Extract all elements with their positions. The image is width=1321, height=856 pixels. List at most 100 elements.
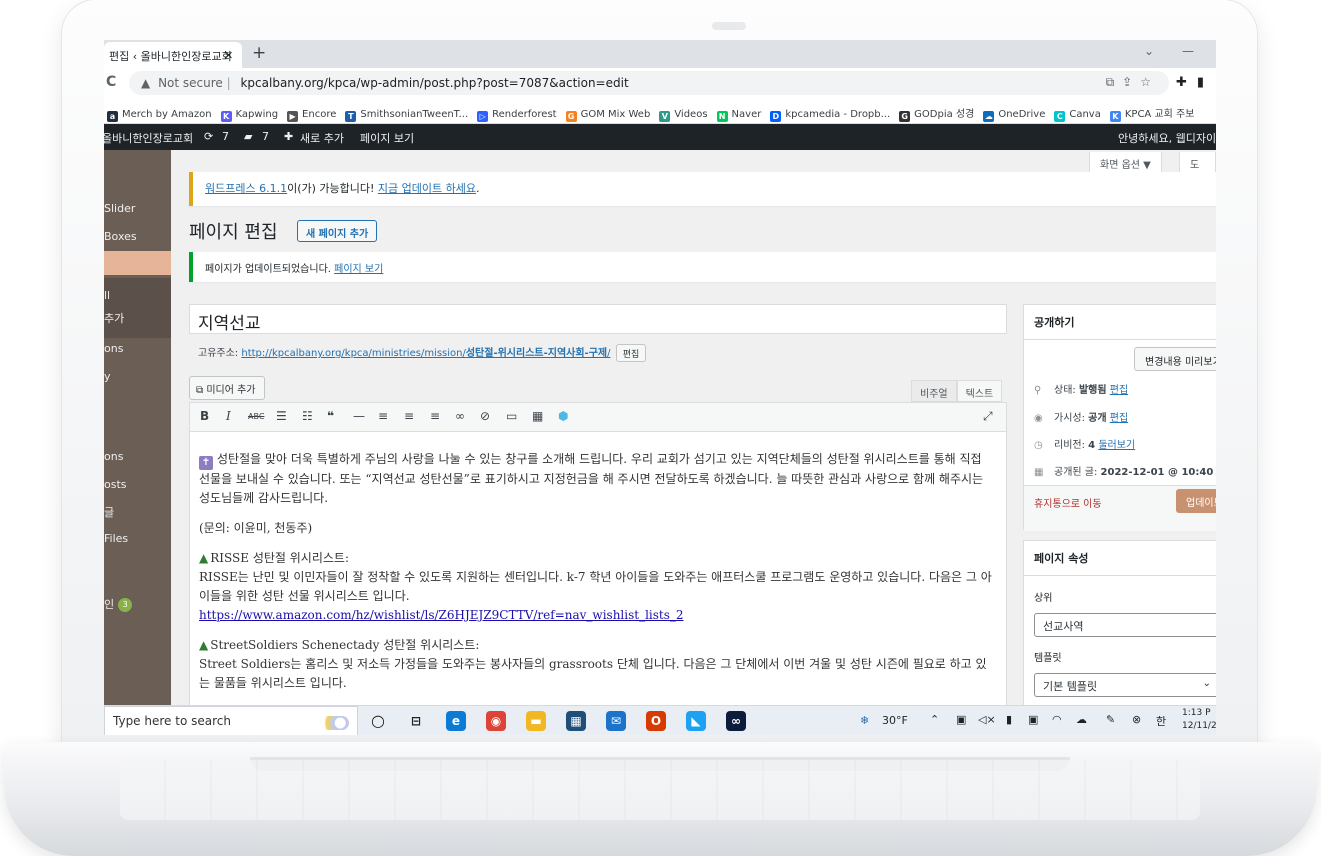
parent-select[interactable]: 선교사역 [1034, 613, 1216, 637]
sidebar-item-ons[interactable]: ons [104, 450, 123, 463]
weather-temp[interactable]: 30°F [882, 714, 908, 727]
widgets-icon[interactable]: ⊟ [406, 711, 426, 731]
bookmark-item[interactable]: ☁ OneDrive [983, 109, 1045, 122]
comments-count[interactable]: 7 [262, 130, 269, 143]
italic-icon[interactable]: I [226, 409, 231, 423]
align-right-icon[interactable]: ≡ [430, 409, 440, 423]
bold-icon[interactable]: B [200, 409, 209, 423]
align-left-icon[interactable]: ≡ [378, 409, 388, 423]
bookmark-item[interactable]: K Kapwing [220, 109, 278, 122]
ime-indicator[interactable]: 한 [1156, 713, 1166, 729]
tray-expand-icon[interactable]: ⌃ [930, 713, 939, 726]
microphone-icon[interactable]: ▮ [1006, 713, 1012, 726]
cloud-icon[interactable]: ☁ [1076, 713, 1087, 726]
clock-time[interactable]: 1:13 P [1182, 708, 1211, 718]
minimize-icon[interactable]: — [1182, 44, 1194, 58]
sidebar-item-y[interactable]: y [104, 370, 111, 383]
browser-tab[interactable]: 편집 ‹ 올바니한인장로교회 ✕ [104, 42, 242, 68]
tab-search-icon[interactable]: ⌄ [1144, 44, 1154, 58]
visibility-edit-link[interactable]: 편집 [1110, 413, 1128, 424]
file-explorer-icon[interactable]: ▬ [526, 711, 546, 731]
tab-close-icon[interactable]: ✕ [224, 49, 233, 62]
add-new-page-button[interactable]: 새 페이지 추가 [297, 220, 378, 242]
sidebar-active-item[interactable] [104, 251, 171, 275]
update-now-link[interactable]: 지금 업데이트 하세요 [378, 182, 476, 195]
speaker-muted-icon[interactable]: ◁× [978, 713, 996, 726]
reload-icon[interactable]: C [106, 74, 116, 90]
store-icon[interactable]: ▦ [566, 711, 586, 731]
task-view-icon[interactable]: ○ [368, 711, 388, 731]
chrome-icon[interactable]: ◉ [486, 711, 506, 731]
edge-icon[interactable]: e [446, 711, 466, 731]
sidebar-item-writing[interactable]: 글 [104, 504, 114, 520]
translate-icon[interactable]: ⧉ [1106, 75, 1123, 89]
fullscreen-icon[interactable]: ⤢ [983, 409, 993, 424]
pen-icon[interactable]: ✎ [1106, 713, 1115, 726]
bookmark-item[interactable]: G GODpia 성경 [899, 105, 974, 122]
move-to-trash-link[interactable]: 휴지통으로 이동 [1034, 495, 1102, 510]
editor-content[interactable]: ✝ 성탄절을 맞아 더욱 특별하게 주님의 사랑을 나눌 수 있는 창구를 소개해… [189, 432, 1007, 732]
bookmark-item[interactable]: V Videos [659, 109, 708, 122]
display-icon[interactable]: ▣ [1028, 713, 1038, 726]
comments-icon[interactable]: ▰ [244, 130, 252, 143]
insert-link-icon[interactable]: ∞ [455, 409, 465, 423]
bookmark-item[interactable]: N Naver [716, 109, 761, 122]
browse-revisions-link[interactable]: 둘러보기 [1098, 440, 1135, 451]
sidebar-item-boxes[interactable]: Boxes [104, 230, 137, 243]
plugin-icon[interactable]: ⬢ [558, 409, 568, 423]
sidebar-item-slider[interactable]: Slider [104, 202, 135, 215]
tab-visual[interactable]: 비주얼 [911, 380, 957, 402]
sidebar-item-all[interactable]: ll [104, 289, 110, 302]
strikethrough-icon[interactable]: ABC [248, 412, 264, 421]
sidebar-item-files[interactable]: Files [104, 532, 128, 545]
site-name-link[interactable]: 올바니한인장로교회 [104, 130, 193, 146]
sidebar-item-options[interactable]: ons [104, 342, 123, 355]
warning-icon[interactable]: ▲ [141, 76, 150, 90]
weather-icon[interactable]: ❄ [860, 714, 869, 727]
office-icon[interactable]: O [646, 711, 666, 731]
post-title-input[interactable]: 지역선교 [189, 304, 1007, 334]
new-content-link[interactable]: 새로 추가 [300, 130, 344, 146]
updates-count[interactable]: 7 [222, 130, 229, 143]
status-edit-link[interactable]: 편집 [1110, 385, 1128, 396]
bookmark-item[interactable]: K KPCA 교회 주보 [1109, 105, 1194, 122]
close-circle-icon[interactable]: ⊗ [1132, 713, 1141, 726]
bookmark-item[interactable]: G GOM Mix Web [565, 109, 650, 122]
bookmark-item[interactable]: a Merch by Amazon [107, 109, 212, 122]
view-page-link[interactable]: 페이지 보기 [360, 130, 414, 146]
sidebar-item-posts[interactable]: osts [104, 478, 127, 491]
numbered-list-icon[interactable]: ☷ [302, 409, 313, 423]
risse-wishlist-link[interactable]: https://www.amazon.com/hz/wishlist/ls/Z6… [199, 608, 684, 622]
help-button[interactable]: 도움말 [1179, 152, 1216, 201]
wifi-icon[interactable]: ◠ [1052, 713, 1062, 726]
bookmark-item[interactable]: ▷ Renderforest [477, 109, 557, 122]
extensions-icon[interactable]: ✚ [1176, 75, 1197, 90]
updates-icon[interactable]: ⟳ [204, 130, 213, 143]
bookmark-item[interactable]: C Canva [1054, 109, 1101, 122]
blockquote-icon[interactable]: ❝ [327, 409, 334, 423]
toolbar-toggle-icon[interactable]: ▦ [532, 409, 543, 423]
add-media-button[interactable]: ⧉ 미디어 추가 [189, 376, 265, 400]
bookmark-item[interactable]: T SmithsonianTweenT... [345, 109, 468, 122]
meet-icon[interactable]: ▣ [956, 713, 966, 726]
url-text[interactable]: kpcalbany.org/kpca/wp-admin/post.php?pos… [240, 76, 628, 90]
sidebar-item-add[interactable]: 추가 [104, 310, 124, 326]
omnibox[interactable]: ▲ Not secure | kpcalbany.org/kpca/wp-adm… [129, 71, 1169, 95]
mail-icon[interactable]: ✉ [606, 711, 626, 731]
edit-permalink-button[interactable]: 편집 [615, 344, 647, 362]
new-tab-button[interactable]: + [252, 43, 266, 63]
align-center-icon[interactable]: ≡ [404, 409, 414, 423]
permalink-link[interactable]: http://kpcalbany.org/kpca/ministries/mis… [241, 348, 610, 359]
photos-icon[interactable]: ◣ [686, 711, 706, 731]
share-icon[interactable]: ⇪ [1122, 75, 1140, 89]
security-label[interactable]: Not secure [158, 76, 223, 90]
template-select[interactable]: 기본 템플릿 ⌄ [1034, 673, 1216, 697]
bookmark-item[interactable]: ▶ Encore [287, 109, 336, 122]
taskbar-search[interactable]: Type here to search [104, 706, 358, 735]
screen-options-button[interactable]: 화면 옵션 ▼ [1089, 152, 1162, 174]
remove-link-icon[interactable]: ⊘ [480, 409, 490, 423]
wordpress-version-link[interactable]: 워드프레스 6.1.1 [205, 182, 287, 195]
tab-text[interactable]: 텍스트 [956, 380, 1003, 402]
bookmark-item[interactable]: Dkpcamedia - Dropb... [770, 109, 890, 122]
read-more-icon[interactable]: ▭ [506, 409, 517, 423]
